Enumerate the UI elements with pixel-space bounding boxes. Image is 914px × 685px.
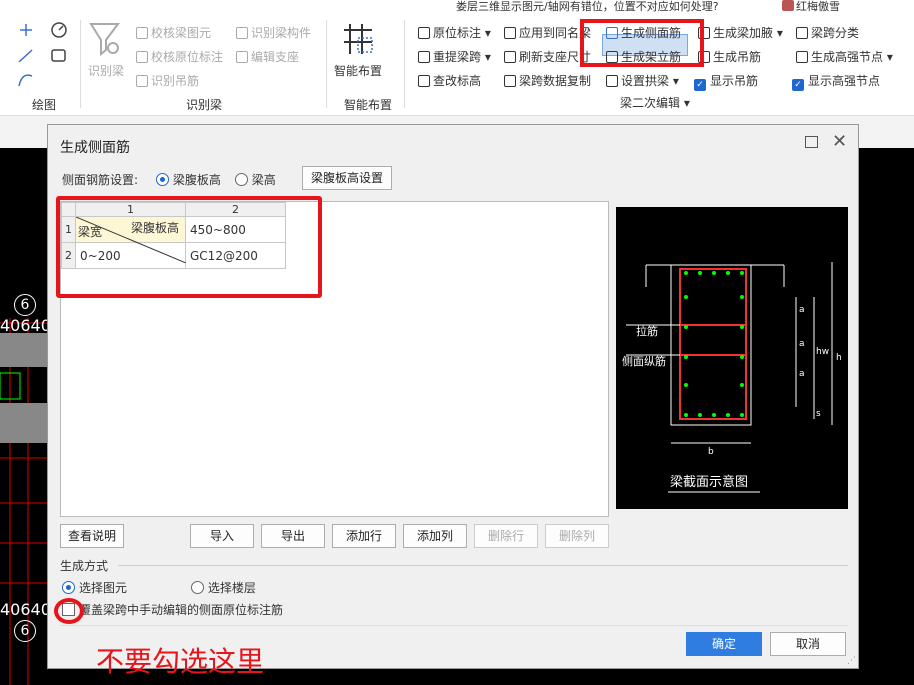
cancel-button[interactable]: 取消 — [770, 632, 846, 656]
mark-icon — [418, 27, 430, 39]
member-icon — [236, 27, 248, 39]
close-icon[interactable]: ✕ — [832, 131, 847, 152]
web-height-setting-button[interactable]: 梁腹板高设置 — [302, 166, 392, 190]
highlight-circle-checkbox — [54, 598, 84, 624]
user-name[interactable]: 红梅傲雪 — [796, 0, 840, 14]
edit-icon — [418, 75, 430, 87]
dim-a-label: a — [799, 339, 805, 349]
separator — [326, 20, 327, 108]
gen-mode-options: 选择图元 选择楼层 — [62, 579, 256, 596]
dim-label-bottom: 40640 — [0, 600, 51, 619]
gen-mode-label: 生成方式 — [60, 559, 109, 573]
check-mark-button[interactable]: 查改标高 — [418, 72, 481, 89]
dim-a-label: a — [799, 369, 805, 379]
check-orig-mark-button[interactable]: 校核原位标注 — [136, 48, 223, 65]
set-arch-button[interactable]: 设置拱梁 ▾ — [606, 72, 679, 89]
dim-label-top: 40640 — [0, 316, 51, 335]
identify-group-label: 识别梁 — [186, 98, 223, 112]
dim-hw-label: hw — [816, 347, 830, 357]
copy-icon — [504, 75, 516, 87]
show-hanger-checkbox[interactable]: ✓ 显示吊筋 — [694, 72, 758, 91]
top-bar: 娄层三维显示图元/轴网有错位，位置不对应如何处理? 红梅傲雪 — [0, 0, 914, 14]
add-col-button[interactable]: 添加列 — [403, 524, 467, 548]
arch-icon — [606, 75, 618, 87]
identify-beam-icon — [89, 23, 120, 57]
check-icon: ✓ — [694, 79, 706, 91]
radio-icon — [234, 173, 248, 186]
check-icon — [136, 27, 148, 39]
show-high-node-checkbox[interactable]: ✓ 显示高强节点 — [792, 72, 880, 91]
radio-icon — [62, 581, 75, 594]
classify-icon — [796, 27, 808, 39]
axis-label-6-top: 6 — [14, 294, 36, 316]
check-beam-elem-button[interactable]: 校核梁图元 — [136, 24, 211, 41]
export-button[interactable]: 导出 — [261, 524, 325, 548]
del-col-button[interactable]: 删除列 — [545, 524, 609, 548]
refresh-icon — [504, 51, 516, 63]
side-bar-setting-row: 侧面钢筋设置: 梁腹板高 梁高 — [62, 171, 276, 188]
check-icon: ✓ — [792, 79, 804, 91]
ribbon: 绘图 识别梁 校核梁图元 校核原位标注 识别吊筋 识别梁构件 编辑支座 识别梁 … — [0, 14, 914, 116]
divider — [118, 565, 848, 566]
divider — [60, 625, 848, 626]
apply-icon — [504, 27, 516, 39]
smart-layout-button[interactable]: 智能布置 — [334, 62, 382, 79]
secondary-group-label: 梁二次编辑 ▾ — [620, 96, 690, 110]
smart-layout-icon[interactable] — [340, 20, 376, 60]
select-floor-radio[interactable]: 选择楼层 — [190, 581, 256, 595]
draw-group-label: 绘图 — [32, 98, 57, 112]
ok-button[interactable]: 确定 — [686, 632, 762, 656]
dim-b-label: b — [708, 447, 714, 457]
hanger-icon — [136, 75, 148, 87]
maximize-icon[interactable] — [805, 136, 818, 148]
dim-s-label: s — [816, 409, 821, 419]
dim-a-label: a — [799, 305, 805, 315]
refresh-support-button[interactable]: 刷新支座尺寸 — [504, 48, 591, 65]
overwrite-checkbox[interactable]: 覆盖梁跨中手动编辑的侧面原位标注筋 — [62, 601, 283, 618]
dim-h-label: h — [836, 353, 842, 363]
highlight-box-ribbon — [580, 19, 704, 67]
identify-beam-button[interactable]: 识别梁 — [88, 62, 124, 79]
side-long-label: 侧面纵筋 — [622, 355, 666, 368]
span-icon — [418, 51, 430, 63]
span-classify-button[interactable]: 梁跨分类 — [796, 24, 859, 41]
edit-support-button[interactable]: 编辑支座 — [236, 48, 299, 65]
axis-label-6-bottom: 6 — [14, 620, 36, 642]
orig-mark-button[interactable]: 原位标注 ▾ — [418, 24, 491, 41]
span-copy-button[interactable]: 梁跨数据复制 — [504, 72, 591, 89]
identify-hanger-button[interactable]: 识别吊筋 — [136, 72, 199, 89]
gen-high-node-button[interactable]: 生成高强节点 ▾ — [796, 48, 893, 65]
select-elem-radio[interactable]: 选择图元 — [62, 581, 127, 595]
separator — [80, 20, 81, 108]
setting-label: 侧面钢筋设置: — [62, 173, 139, 187]
view-desc-button[interactable]: 查看说明 — [60, 524, 124, 548]
support-icon — [236, 51, 248, 63]
del-row-button[interactable]: 删除行 — [474, 524, 538, 548]
beam-section-diagram: 拉筋 侧面纵筋 a a a hw h s b 梁截面示意图 — [616, 207, 848, 509]
node-icon — [796, 51, 808, 63]
re-extract-span-button[interactable]: 重提梁跨 ▾ — [418, 48, 491, 65]
separator — [404, 20, 405, 108]
radio-icon — [155, 173, 169, 186]
highlight-box-table — [56, 196, 322, 298]
beam-height-radio[interactable]: 梁高 — [234, 173, 276, 187]
web-height-radio[interactable]: 梁腹板高 — [155, 173, 221, 187]
help-notice[interactable]: 娄层三维显示图元/轴网有错位，位置不对应如何处理? — [456, 0, 719, 14]
add-row-button[interactable]: 添加行 — [332, 524, 396, 548]
annotation-text: 不要勾选这里 — [96, 645, 265, 678]
gen-haunch-button[interactable]: 生成梁加腋 ▾ — [698, 24, 783, 41]
smart-group-label: 智能布置 — [344, 98, 393, 112]
draw-tools-icon[interactable] — [14, 20, 74, 92]
dialog-title: 生成侧面筋 — [60, 140, 130, 156]
identify-beam-member-button[interactable]: 识别梁构件 — [236, 24, 311, 41]
resize-grip-icon[interactable]: ⋰ — [847, 656, 856, 666]
radio-icon — [190, 581, 204, 594]
avatar — [782, 0, 794, 11]
gen-hanger-button[interactable]: 生成吊筋 — [698, 48, 761, 65]
apply-same-name-button[interactable]: 应用到同名梁 — [504, 24, 591, 41]
import-button[interactable]: 导入 — [190, 524, 254, 548]
diagram-caption: 梁截面示意图 — [670, 475, 749, 490]
tie-label: 拉筋 — [636, 325, 658, 338]
check-icon — [136, 51, 148, 63]
